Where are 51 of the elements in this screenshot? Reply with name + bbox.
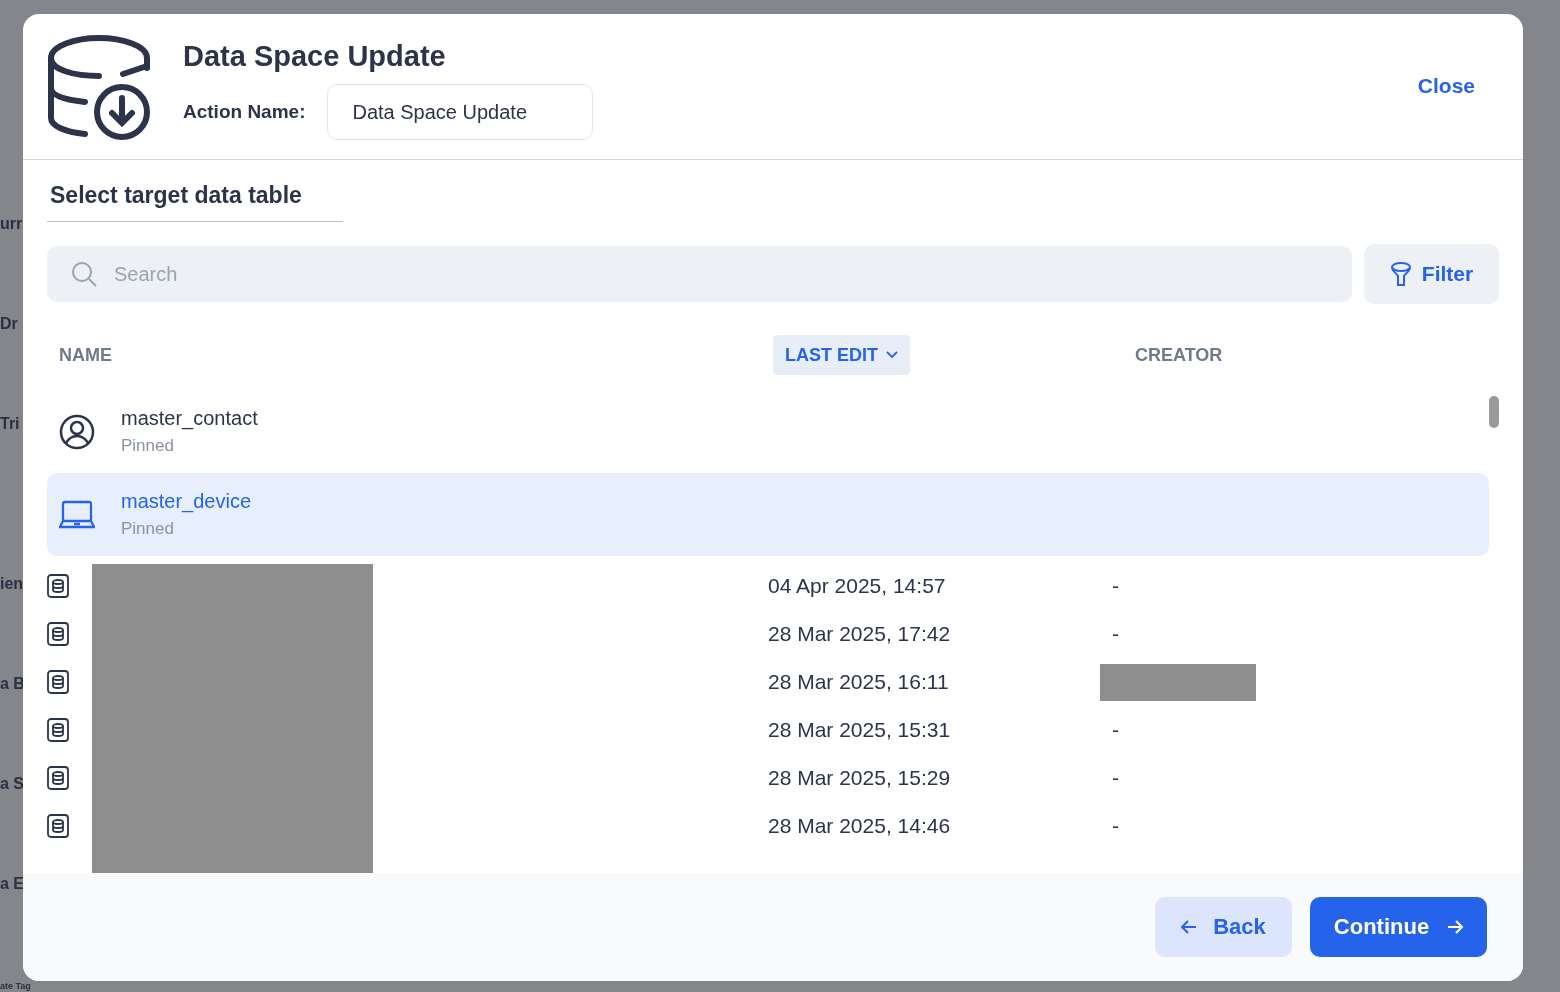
table-icon [47,574,69,598]
action-name-field[interactable]: Data Space Update [327,84,594,140]
background-label: ate Tag [0,981,31,991]
table-icon [47,718,69,742]
column-header[interactable]: CREATOR [1123,335,1235,375]
funnel-icon [1389,261,1412,287]
pinned-table-row[interactable]: master_device Pinned [47,473,1489,556]
table-icon [47,814,69,838]
background-label: Tri [0,414,20,434]
table-icon [47,622,69,646]
user-icon [59,413,95,450]
chevron-down-icon [886,351,898,359]
column-header[interactable]: NAME [47,335,124,375]
back-button[interactable]: Back [1155,897,1292,957]
table-icon [47,766,69,790]
creator-cell-text: - [1112,766,1120,790]
close-link[interactable]: Close [1417,74,1475,98]
continue-button[interactable]: Continue [1310,897,1487,957]
search-icon [71,261,97,287]
background-label: urr [0,214,23,234]
last-edit-cell-text: 28 Mar 2025, 14:46 [768,814,952,838]
last-edit-cell-text: 28 Mar 2025, 16:11 [768,670,950,694]
table-name: master_contact [121,407,258,430]
last-edit-cell-text: 28 Mar 2025, 17:42 [768,622,952,646]
table-icon [47,670,69,694]
creator-cell-text: - [1112,622,1120,646]
action-name-label: Action Name: [183,101,306,123]
section-tab[interactable]: Select target data table [47,182,343,222]
background-label: ien [0,574,24,594]
dialog-title: Data Space Update [183,39,447,74]
last-edit-cell-text: 28 Mar 2025, 15:31 [768,718,952,742]
creator-cell-text: - [1112,718,1120,742]
filter-button[interactable]: Filter [1364,244,1499,304]
pinned-table-row[interactable]: master_contact Pinned [47,390,1489,473]
arrow-left-icon [1181,920,1198,934]
background-label: Dr [0,314,18,334]
column-header[interactable]: LAST EDIT [773,335,910,375]
laptop-icon [59,499,95,530]
pinned-label: Pinned [121,436,175,456]
last-edit-cell-text: 04 Apr 2025, 14:57 [768,574,947,598]
last-edit-cell-text: 28 Mar 2025, 15:29 [768,766,952,790]
creator-cell-text: - [1112,574,1120,598]
background-label: a B [0,674,25,694]
search-field[interactable]: Search [47,246,1352,302]
scrollbar[interactable] [1489,396,1499,428]
creator-cell-text: - [1112,814,1120,838]
pinned-label: Pinned [121,519,175,539]
background-label: a S [0,774,24,794]
arrow-right-icon [1447,920,1464,934]
background-label: a E [0,874,24,894]
table-name: master_device [121,490,252,513]
